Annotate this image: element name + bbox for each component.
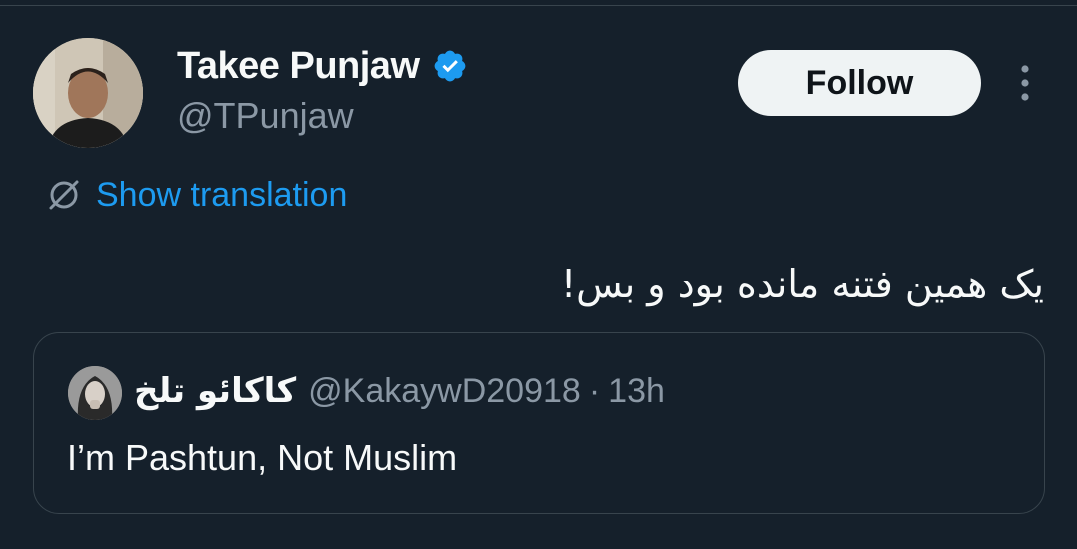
quoted-tweet[interactable]: کاکائو تلخ @KakaywD20918 · 13h I’m Pasht… (33, 332, 1045, 514)
author-display-name[interactable]: Takee Punjaw (177, 43, 468, 89)
author-handle[interactable]: @TPunjaw (177, 95, 354, 137)
quoted-author-avatar[interactable] (68, 366, 122, 420)
show-translation-link[interactable]: Show translation (46, 174, 347, 216)
no-translation-globe-icon (49, 180, 79, 210)
author-name-text[interactable]: Takee Punjaw (177, 43, 420, 89)
more-options-icon[interactable] (1008, 62, 1042, 104)
verified-badge-icon (434, 50, 465, 82)
quoted-tweet-header: کاکائو تلخ @KakaywD20918 · 13h (134, 369, 665, 413)
tweet-detail: Takee Punjaw @TPunjaw Follow Show transl… (0, 0, 1077, 549)
divider (0, 5, 1077, 6)
quoted-tweet-text: I’m Pashtun, Not Muslim (67, 437, 458, 478)
show-translation-label[interactable]: Show translation (96, 174, 347, 216)
quoted-author-name[interactable]: کاکائو تلخ (134, 369, 296, 413)
quoted-tweet-time[interactable]: 13h (608, 369, 665, 413)
quoted-author-handle[interactable]: @KakaywD20918 (308, 369, 581, 413)
meta-separator: · (588, 372, 601, 410)
author-avatar[interactable] (33, 38, 143, 148)
tweet-text: یک همین فتنه مانده بود و بس! (560, 262, 1044, 306)
follow-button[interactable]: Follow (738, 50, 981, 116)
